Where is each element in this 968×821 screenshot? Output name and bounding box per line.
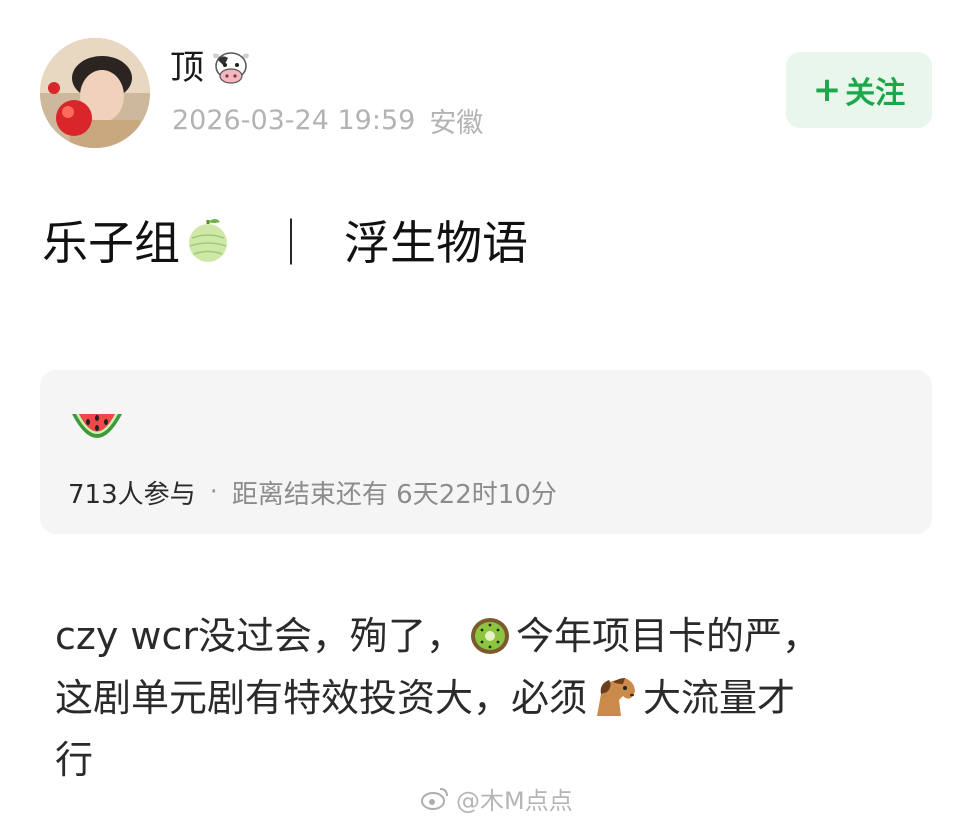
watermelon-icon <box>68 404 126 454</box>
vote-countdown: 距离结束还有 6天22时10分 <box>231 479 557 510</box>
post-meta: 2026-03-24 19:59 安徽 <box>172 100 483 140</box>
post-title-group: 乐子组 <box>42 216 180 270</box>
post-body-text: 行 <box>55 738 94 782</box>
vote-participants: 713人参与 <box>68 479 196 510</box>
post-body-text: czy wcr没过会，殉了， <box>55 614 465 658</box>
post-title: 乐子组 ｜ 浮生物语 <box>42 205 528 275</box>
follow-button-label: 关注 <box>845 76 906 111</box>
post-timestamp: 2026-03-24 19:59 <box>172 104 416 136</box>
kiwi-icon <box>468 614 512 658</box>
post-body-text: 这剧单元剧有特效投资大，必须 <box>55 676 588 720</box>
post-location: 安徽 <box>429 107 484 139</box>
post-body-line: czy wcr没过会，殉了， 今年项目卡的严， <box>55 605 935 667</box>
follow-button[interactable]: + 关注 <box>786 52 932 128</box>
user-avatar[interactable] <box>40 38 150 148</box>
post-body-text: 今年项目卡的严， <box>516 614 821 658</box>
watermark-text: @木M点点 <box>456 786 573 815</box>
cow-face-icon <box>210 50 252 86</box>
title-separator: ｜ <box>268 216 314 270</box>
post-body: czy wcr没过会，殉了， 今年项目卡的严， 这剧单元剧有特效投资大，必须 大… <box>55 605 935 791</box>
weibo-icon <box>420 785 450 811</box>
plus-icon: + <box>812 70 842 110</box>
vote-card[interactable]: 713人参与 · 距离结束还有 6天22时10分 <box>40 370 932 534</box>
melon-icon <box>184 216 232 264</box>
vote-stats: 713人参与 · 距离结束还有 6天22时10分 <box>68 472 557 512</box>
post-body-line: 这剧单元剧有特效投资大，必须 大流量才 <box>55 667 935 729</box>
post-title-topic: 浮生物语 <box>344 216 528 270</box>
post-body-text: 大流量才 <box>643 676 796 720</box>
vote-dot-separator: · <box>209 477 218 507</box>
watermark: @木M点点 <box>420 778 573 818</box>
user-name-row: 顶 <box>170 44 252 92</box>
horse-icon <box>591 676 639 720</box>
user-name[interactable]: 顶 <box>170 48 204 88</box>
